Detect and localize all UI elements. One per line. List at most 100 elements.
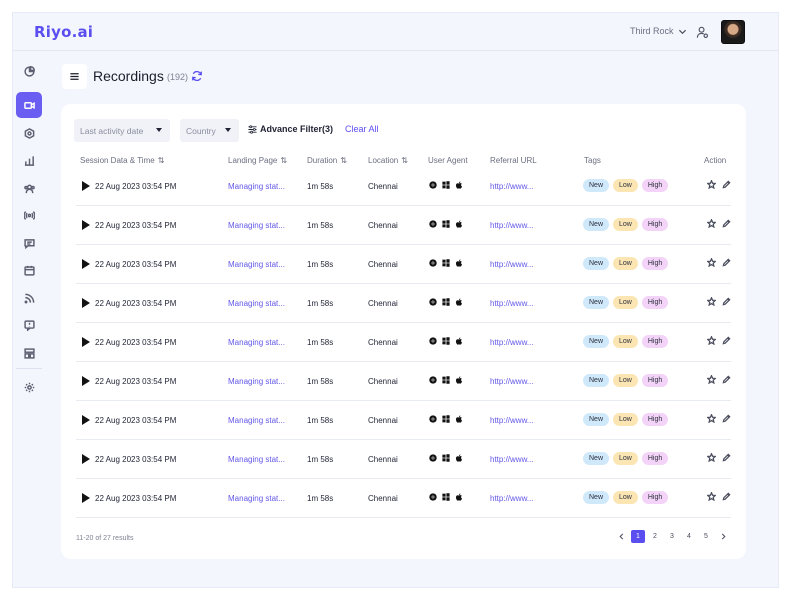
page-button[interactable]: 5 bbox=[699, 530, 713, 543]
referral-url-link[interactable]: http://www... bbox=[490, 416, 534, 425]
star-icon[interactable] bbox=[707, 180, 716, 189]
next-page-button[interactable] bbox=[716, 530, 730, 543]
star-icon[interactable] bbox=[707, 219, 716, 228]
tag-high[interactable]: High bbox=[641, 491, 669, 504]
sidebar-item-live[interactable] bbox=[16, 202, 42, 228]
edit-pencil-icon[interactable] bbox=[722, 414, 731, 423]
refresh-icon[interactable] bbox=[191, 70, 203, 82]
tag-low[interactable]: Low bbox=[613, 257, 638, 270]
table-row[interactable]: 22 Aug 2023 03:54 PM Managing stat... 1m… bbox=[76, 401, 731, 440]
tag-low[interactable]: Low bbox=[613, 179, 638, 192]
play-icon[interactable] bbox=[82, 493, 90, 503]
play-icon[interactable] bbox=[82, 415, 90, 425]
sidebar-item-messages[interactable] bbox=[16, 230, 42, 256]
clear-all-link[interactable]: Clear All bbox=[345, 124, 379, 134]
tag-low[interactable]: Low bbox=[613, 413, 638, 426]
referral-url-link[interactable]: http://www... bbox=[490, 260, 534, 269]
landing-page-link[interactable]: Managing stat... bbox=[228, 338, 285, 347]
referral-url-link[interactable]: http://www... bbox=[490, 221, 534, 230]
country-dropdown[interactable]: Country bbox=[180, 119, 239, 142]
tag-new[interactable]: New bbox=[583, 257, 610, 270]
referral-url-link[interactable]: http://www... bbox=[490, 299, 534, 308]
tag-high[interactable]: High bbox=[641, 257, 669, 270]
sidebar-item-feedback[interactable] bbox=[16, 312, 42, 338]
star-icon[interactable] bbox=[707, 375, 716, 384]
table-row[interactable]: 22 Aug 2023 03:54 PM Managing stat... 1m… bbox=[76, 479, 731, 518]
edit-pencil-icon[interactable] bbox=[722, 180, 731, 189]
tag-high[interactable]: High bbox=[641, 335, 669, 348]
tag-new[interactable]: New bbox=[583, 413, 610, 426]
tag-low[interactable]: Low bbox=[613, 335, 638, 348]
app-logo[interactable]: Riyo.ai bbox=[34, 23, 93, 41]
sidebar-item-analytics[interactable] bbox=[16, 147, 42, 173]
referral-url-link[interactable]: http://www... bbox=[490, 182, 534, 191]
last-activity-dropdown[interactable]: Last activity date bbox=[74, 119, 170, 142]
advance-filter-button[interactable]: Advance Filter(3) bbox=[248, 124, 333, 134]
play-icon[interactable] bbox=[82, 376, 90, 386]
tag-high[interactable]: High bbox=[641, 218, 669, 231]
star-icon[interactable] bbox=[707, 414, 716, 423]
col-header-landing[interactable]: Landing Page ⇅ bbox=[228, 156, 287, 165]
edit-pencil-icon[interactable] bbox=[722, 219, 731, 228]
col-header-location[interactable]: Location ⇅ bbox=[368, 156, 408, 165]
tag-high[interactable]: High bbox=[641, 296, 669, 309]
landing-page-link[interactable]: Managing stat... bbox=[228, 221, 285, 230]
table-row[interactable]: 22 Aug 2023 03:54 PM Managing stat... 1m… bbox=[76, 362, 731, 401]
page-button[interactable]: 4 bbox=[682, 530, 696, 543]
play-icon[interactable] bbox=[82, 298, 90, 308]
play-icon[interactable] bbox=[82, 337, 90, 347]
edit-pencil-icon[interactable] bbox=[722, 297, 731, 306]
sidebar-item-feeds[interactable] bbox=[16, 285, 42, 311]
referral-url-link[interactable]: http://www... bbox=[490, 455, 534, 464]
table-row[interactable]: 22 Aug 2023 03:54 PM Managing stat... 1m… bbox=[76, 284, 731, 323]
edit-pencil-icon[interactable] bbox=[722, 375, 731, 384]
table-row[interactable]: 22 Aug 2023 03:54 PM Managing stat... 1m… bbox=[76, 206, 731, 245]
tag-high[interactable]: High bbox=[641, 413, 669, 426]
avatar[interactable] bbox=[721, 20, 745, 44]
sidebar-item-dashboard[interactable] bbox=[16, 58, 42, 84]
landing-page-link[interactable]: Managing stat... bbox=[228, 299, 285, 308]
page-button[interactable]: 2 bbox=[648, 530, 662, 543]
table-row[interactable]: 22 Aug 2023 03:54 PM Managing stat... 1m… bbox=[76, 167, 731, 206]
edit-pencil-icon[interactable] bbox=[722, 492, 731, 501]
edit-pencil-icon[interactable] bbox=[722, 258, 731, 267]
tag-high[interactable]: High bbox=[641, 179, 669, 192]
tag-new[interactable]: New bbox=[583, 452, 610, 465]
landing-page-link[interactable]: Managing stat... bbox=[228, 377, 285, 386]
tag-high[interactable]: High bbox=[641, 374, 669, 387]
table-row[interactable]: 22 Aug 2023 03:54 PM Managing stat... 1m… bbox=[76, 440, 731, 479]
org-switcher[interactable]: Third Rock bbox=[630, 26, 687, 36]
tag-low[interactable]: Low bbox=[613, 218, 638, 231]
edit-pencil-icon[interactable] bbox=[722, 336, 731, 345]
tag-low[interactable]: Low bbox=[613, 491, 638, 504]
play-icon[interactable] bbox=[82, 220, 90, 230]
menu-button[interactable] bbox=[62, 64, 87, 89]
star-icon[interactable] bbox=[707, 297, 716, 306]
referral-url-link[interactable]: http://www... bbox=[490, 377, 534, 386]
sidebar-item-calendar[interactable] bbox=[16, 257, 42, 283]
star-icon[interactable] bbox=[707, 453, 716, 462]
user-settings-button[interactable] bbox=[691, 21, 713, 43]
tag-high[interactable]: High bbox=[641, 452, 669, 465]
sidebar-item-layouts[interactable] bbox=[16, 340, 42, 366]
tag-new[interactable]: New bbox=[583, 335, 610, 348]
landing-page-link[interactable]: Managing stat... bbox=[228, 260, 285, 269]
sidebar-item-users[interactable] bbox=[16, 175, 42, 201]
landing-page-link[interactable]: Managing stat... bbox=[228, 455, 285, 464]
play-icon[interactable] bbox=[82, 181, 90, 191]
sidebar-item-goals[interactable] bbox=[16, 120, 42, 146]
sidebar-item-settings[interactable] bbox=[16, 374, 42, 400]
play-icon[interactable] bbox=[82, 259, 90, 269]
col-header-session[interactable]: Session Data & Time ⇅ bbox=[80, 156, 164, 165]
star-icon[interactable] bbox=[707, 336, 716, 345]
table-row[interactable]: 22 Aug 2023 03:54 PM Managing stat... 1m… bbox=[76, 323, 731, 362]
tag-new[interactable]: New bbox=[583, 374, 610, 387]
tag-new[interactable]: New bbox=[583, 296, 610, 309]
star-icon[interactable] bbox=[707, 258, 716, 267]
prev-page-button[interactable] bbox=[614, 530, 628, 543]
landing-page-link[interactable]: Managing stat... bbox=[228, 416, 285, 425]
table-row[interactable]: 22 Aug 2023 03:54 PM Managing stat... 1m… bbox=[76, 245, 731, 284]
tag-low[interactable]: Low bbox=[613, 296, 638, 309]
page-button[interactable]: 1 bbox=[631, 530, 645, 543]
referral-url-link[interactable]: http://www... bbox=[490, 494, 534, 503]
